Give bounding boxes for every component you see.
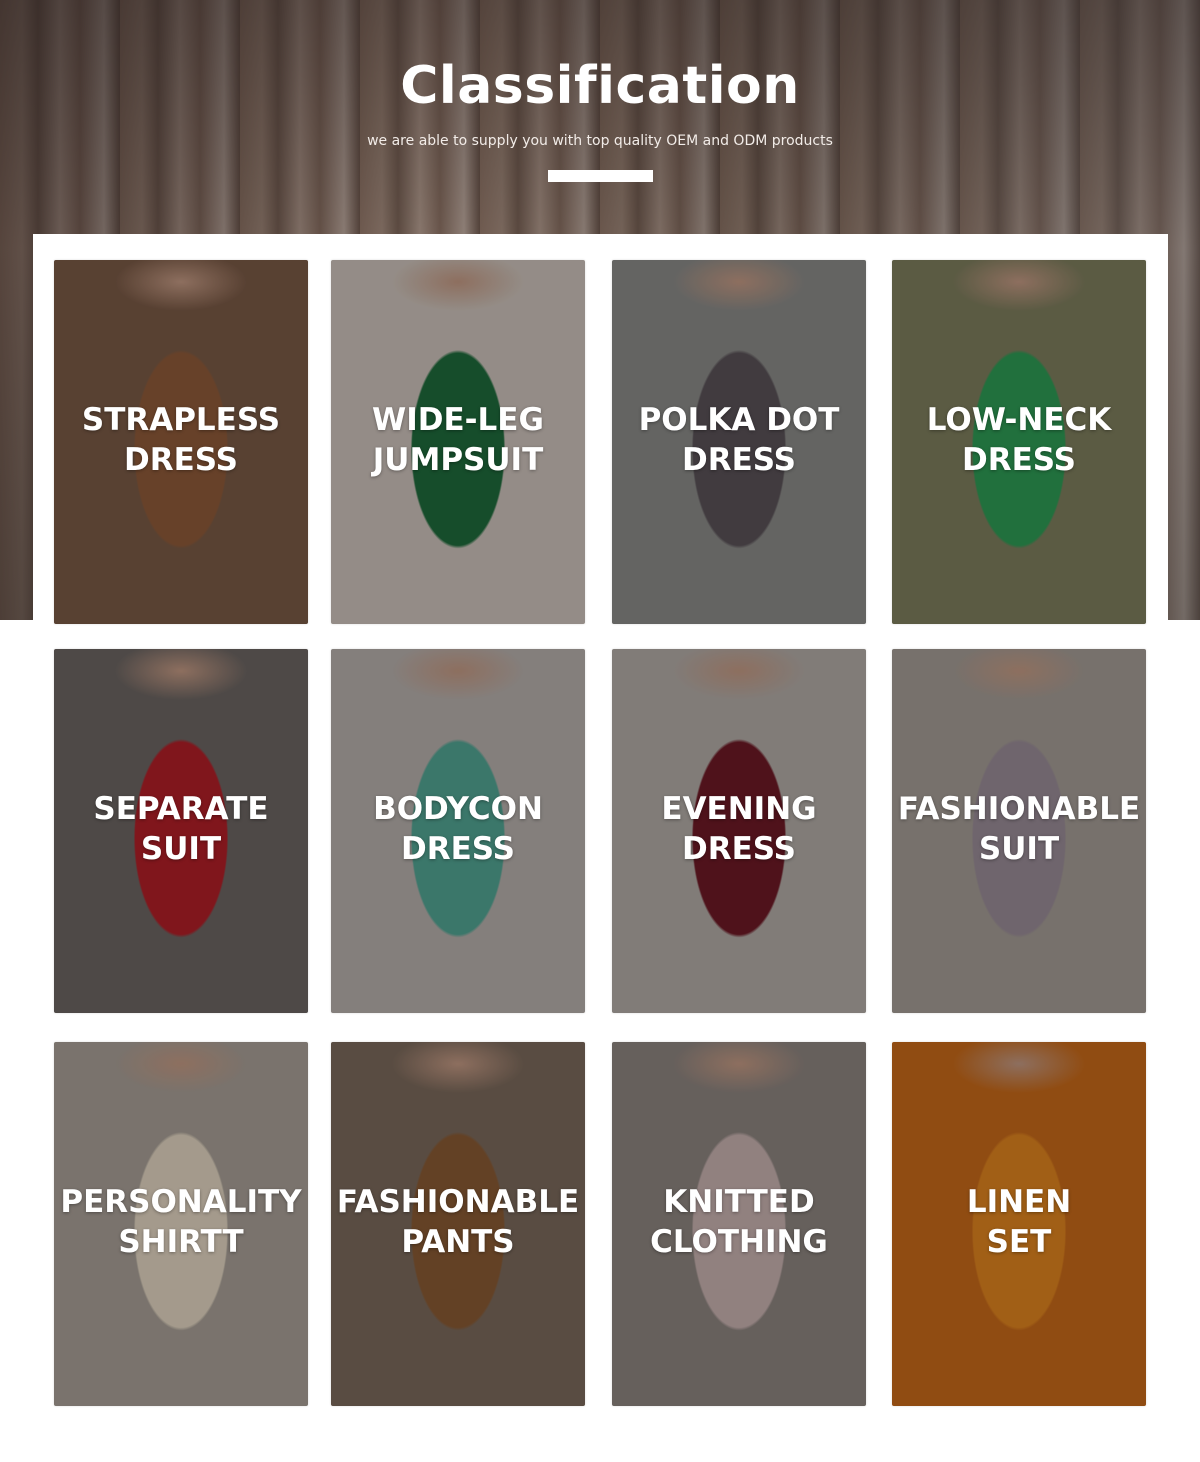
title-underline xyxy=(548,170,653,182)
category-label: WIDE-LEG JUMPSUIT xyxy=(372,402,544,478)
category-label: STRAPLESS DRESS xyxy=(81,402,281,478)
category-label: SEPARATE SUIT xyxy=(93,791,269,867)
category-card-personality-shirt[interactable]: PERSONALITY SHIRTT xyxy=(54,1042,308,1406)
category-card-fashionable-pants[interactable]: FASHIONABLE PANTS xyxy=(331,1042,585,1406)
category-card-separate-suit[interactable]: SEPARATE SUIT xyxy=(54,649,308,1013)
category-label: KNITTED CLOTHING xyxy=(650,1184,828,1260)
category-card-fashionable-suit[interactable]: FASHIONABLE SUIT xyxy=(892,649,1146,1013)
page-title: Classification xyxy=(400,56,800,116)
category-label: LOW-NECK DRESS xyxy=(926,402,1112,478)
category-label: POLKA DOT DRESS xyxy=(638,402,840,478)
category-label: LINEN SET xyxy=(966,1184,1072,1260)
category-card-low-neck-dress[interactable]: LOW-NECK DRESS xyxy=(892,260,1146,624)
category-label: EVENING DRESS xyxy=(661,791,817,867)
category-card-polka-dot-dress[interactable]: POLKA DOT DRESS xyxy=(612,260,866,624)
category-label: BODYCON DRESS xyxy=(373,791,543,867)
category-label: FASHIONABLE PANTS xyxy=(336,1184,580,1260)
category-card-bodycon-dress[interactable]: BODYCON DRESS xyxy=(331,649,585,1013)
category-card-knitted-clothing[interactable]: KNITTED CLOTHING xyxy=(612,1042,866,1406)
category-card-strapless-dress[interactable]: STRAPLESS DRESS xyxy=(54,260,308,624)
category-label: FASHIONABLE SUIT xyxy=(897,791,1141,867)
category-card-linen-set[interactable]: LINEN SET xyxy=(892,1042,1146,1406)
category-card-evening-dress[interactable]: EVENING DRESS xyxy=(612,649,866,1013)
page-subtitle: we are able to supply you with top quali… xyxy=(367,133,833,149)
hero-header: Classification we are able to supply you… xyxy=(0,0,1200,230)
category-card-wide-leg-jumpsuit[interactable]: WIDE-LEG JUMPSUIT xyxy=(331,260,585,624)
category-label: PERSONALITY SHIRTT xyxy=(60,1184,302,1260)
